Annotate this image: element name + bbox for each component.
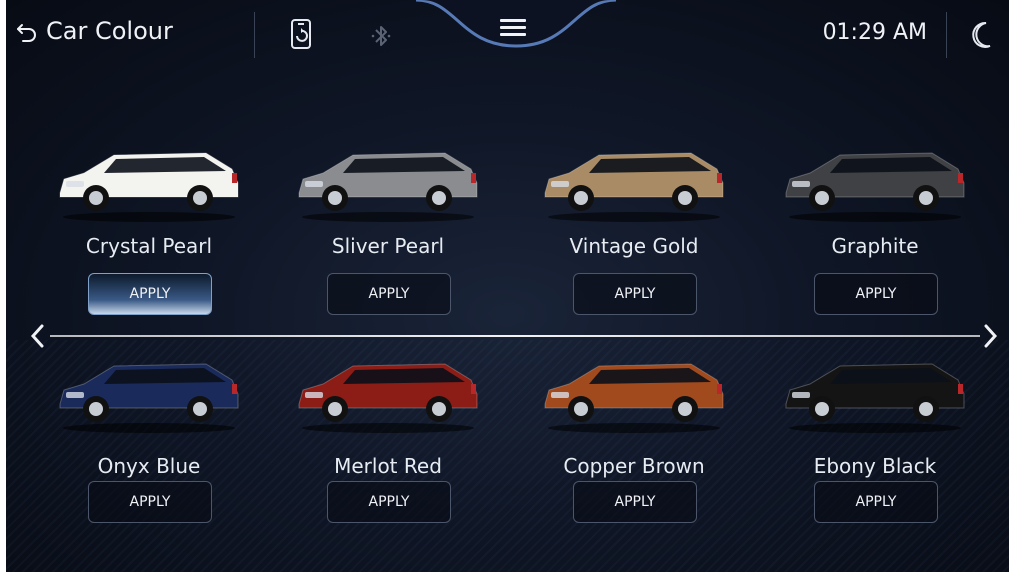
car-colour-name: Vintage Gold [569, 234, 699, 258]
top-divider [254, 12, 255, 58]
car-image[interactable] [295, 356, 481, 434]
apply-button[interactable]: APPLY [573, 481, 697, 523]
top-divider-right [946, 12, 947, 58]
car-colour-name: Crystal Pearl [85, 234, 213, 258]
apply-button[interactable]: APPLY [814, 273, 938, 315]
page-divider-line [50, 335, 980, 337]
back-button[interactable]: Car Colour [16, 17, 173, 45]
apply-button[interactable]: APPLY [573, 273, 697, 315]
chevron-right-icon[interactable] [978, 318, 1004, 354]
top-bar: Car Colour 01:29 AM [6, 0, 1009, 70]
car-image[interactable] [295, 145, 481, 223]
apply-button[interactable]: APPLY [327, 273, 451, 315]
hamburger-menu-icon[interactable] [498, 16, 528, 38]
car-image[interactable] [56, 356, 242, 434]
apply-button[interactable]: APPLY [327, 481, 451, 523]
apply-button[interactable]: APPLY [88, 481, 212, 523]
apply-button[interactable]: APPLY [88, 273, 212, 315]
car-colour-name: Copper Brown [563, 454, 705, 478]
car-colour-name: Merlot Red [334, 454, 442, 478]
car-colour-name: Onyx Blue [97, 454, 201, 478]
back-arrow-icon [17, 24, 36, 42]
car-colour-name: Ebony Black [813, 454, 937, 478]
car-image[interactable] [782, 356, 968, 434]
car-colour-name: Sliver Pearl [331, 234, 445, 258]
night-mode-moon-icon[interactable] [968, 20, 994, 50]
car-image[interactable] [541, 145, 727, 223]
phone-sync-icon[interactable] [290, 18, 312, 50]
clock: 01:29 AM [822, 20, 927, 45]
car-colour-name: Graphite [831, 234, 919, 258]
page-title: Car Colour [46, 17, 173, 45]
car-image[interactable] [56, 145, 242, 223]
car-image[interactable] [782, 145, 968, 223]
bluetooth-icon [370, 22, 392, 50]
car-colour-screen: Car Colour 01:29 AM Crystal Pearl APPLY … [6, 0, 1009, 572]
car-image[interactable] [541, 356, 727, 434]
chevron-left-icon[interactable] [24, 318, 50, 354]
apply-button[interactable]: APPLY [814, 481, 938, 523]
